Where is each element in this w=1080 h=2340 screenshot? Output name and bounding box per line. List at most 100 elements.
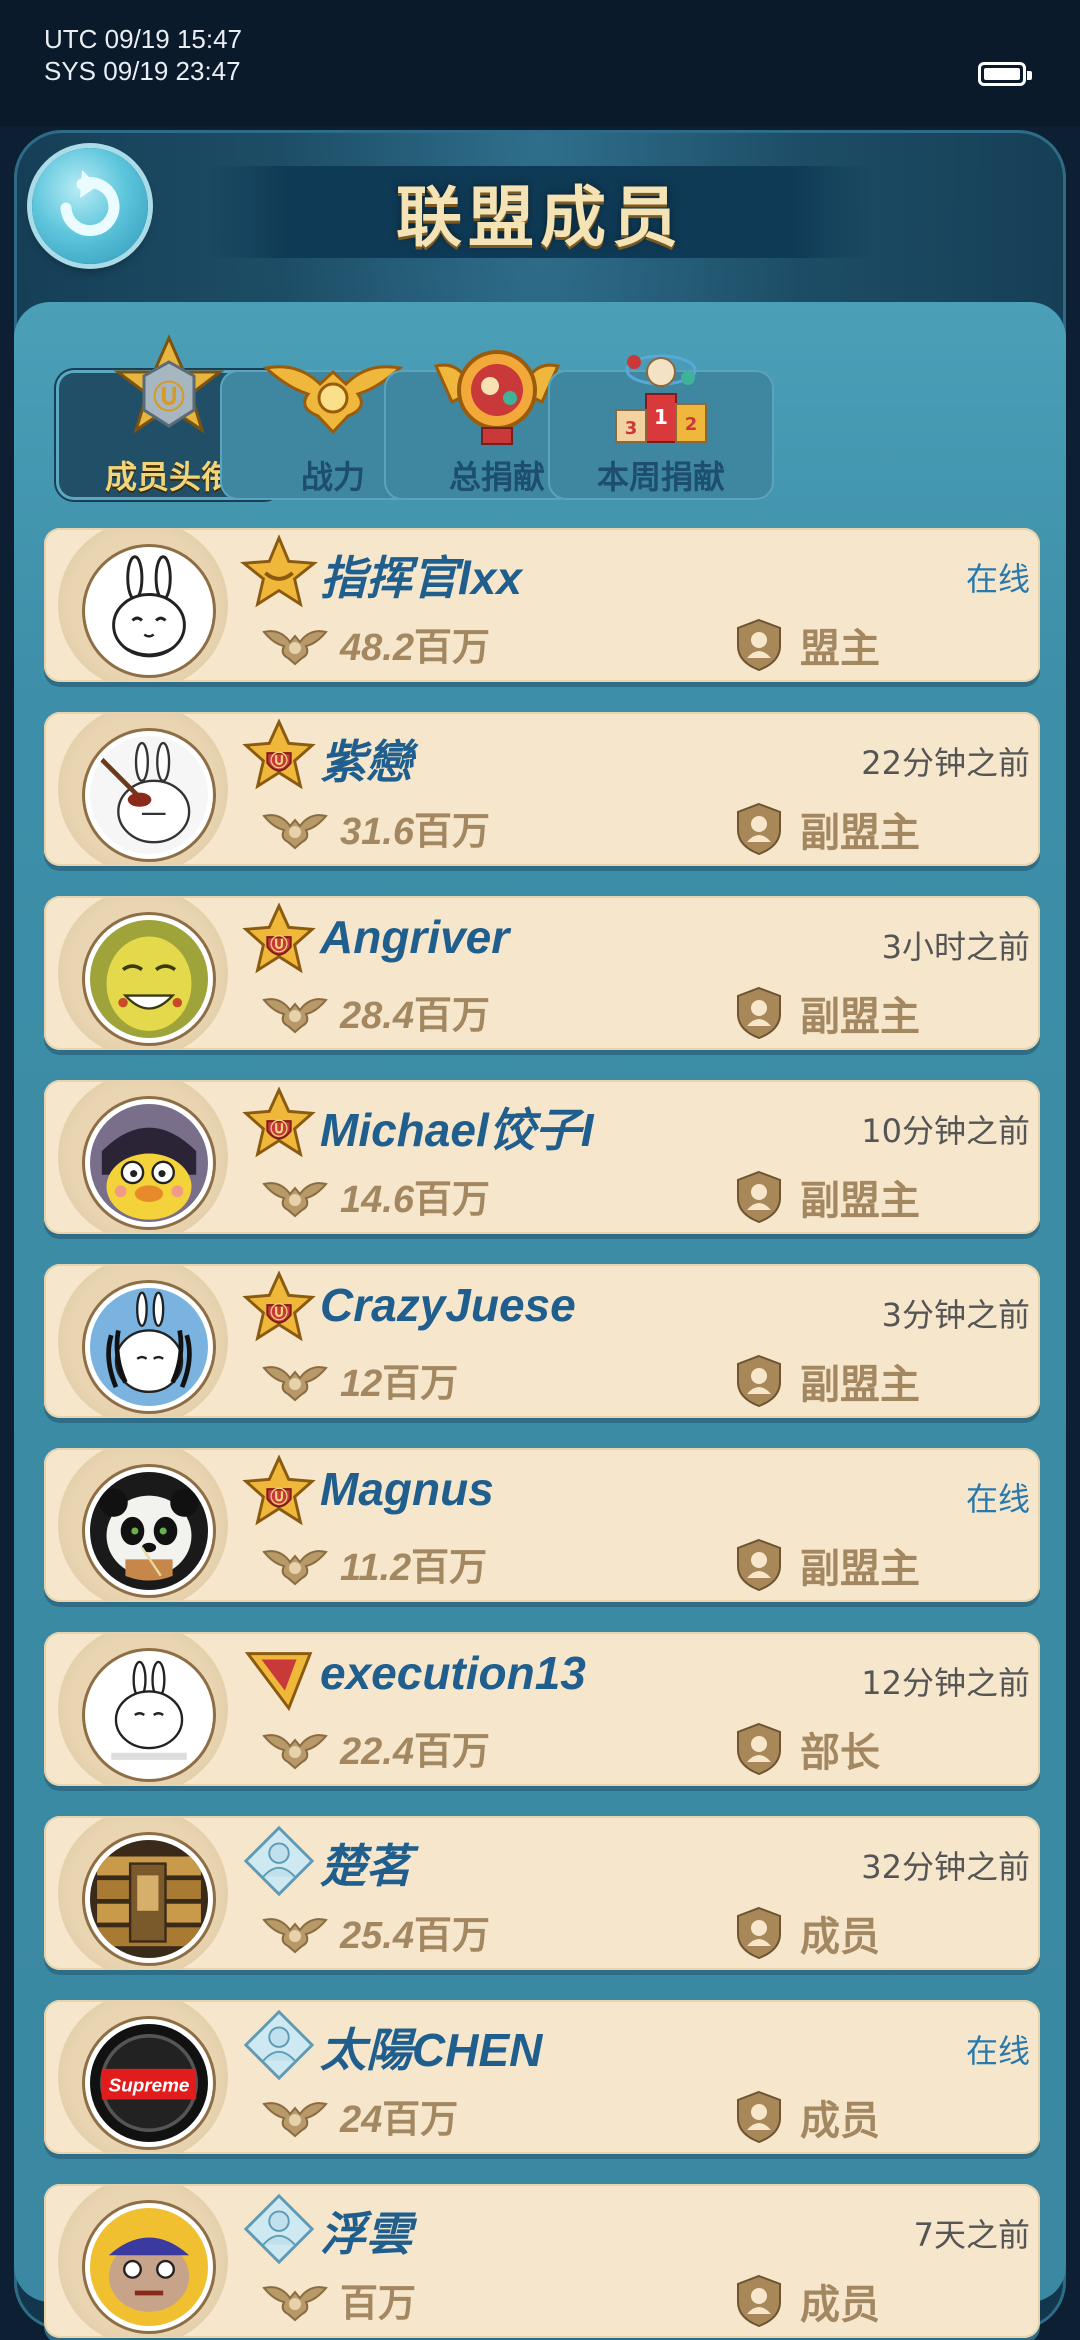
avatar[interactable]: Supreme	[85, 2019, 213, 2147]
svg-text:Ⓤ: Ⓤ	[153, 378, 185, 416]
back-arrow-icon	[60, 170, 120, 237]
member-row[interactable]: 浮雲 7天之前百万 成员	[44, 2184, 1040, 2338]
member-row[interactable]: 指挥官lxx 在线 48.2百万 盟主	[44, 528, 1040, 682]
role-shield-icon	[734, 2274, 784, 2328]
member-power: 22.4百万	[340, 1720, 490, 1775]
member-name: 太陽CHEN	[320, 2024, 543, 2076]
member-role: 成员	[800, 2282, 880, 2328]
panda-avatar	[90, 1472, 208, 1590]
power-eagle-icon	[262, 2090, 328, 2138]
supreme-logo-text: Supreme	[109, 2074, 190, 2095]
member-name: CrazyJuese	[320, 1279, 576, 1331]
podium-icon: 1 3 2	[615, 354, 707, 443]
page-title: 联盟成员	[396, 179, 684, 256]
power-unit: 百万	[413, 809, 490, 853]
power-unit: 百万	[382, 2097, 459, 2141]
member-last-online: 7天之前	[913, 2216, 1030, 2254]
avatar[interactable]	[85, 1099, 213, 1227]
vice-leader-badge-icon: Ⓤ	[240, 1086, 318, 1164]
power-unit: 百万	[413, 993, 490, 1037]
avatar[interactable]	[85, 1283, 213, 1411]
tab-label: 本周捐献	[596, 458, 725, 496]
avatar[interactable]	[85, 547, 213, 675]
member-role: 部长	[800, 1730, 880, 1776]
vice-leader-badge-icon: Ⓤ	[240, 1270, 318, 1348]
member-badge-icon	[240, 2190, 318, 2268]
member-role: 副盟主	[800, 1362, 920, 1408]
member-power: 百万	[340, 2272, 416, 2327]
power-number: 25.4	[340, 1915, 414, 1957]
member-row[interactable]: Ⓤ Michael饺子I 10分钟之前 14.6百万 副盟主	[44, 1080, 1040, 1234]
member-last-online: 3分钟之前	[881, 1296, 1030, 1334]
member-power: 11.2百万	[340, 1536, 487, 1591]
member-row[interactable]: Supreme 太陽CHEN 在线 24百万 成员	[44, 2000, 1040, 2154]
member-row[interactable]: Ⓤ CrazyJuese 3分钟之前 12百万 副盟主	[44, 1264, 1040, 1418]
role-shield-icon	[734, 1538, 784, 1592]
power-eagle-icon	[262, 1906, 328, 1954]
battery-icon	[978, 62, 1032, 86]
member-role: 副盟主	[800, 994, 920, 1040]
role-shield-icon	[734, 986, 784, 1040]
member-name: 楚茗	[320, 1840, 412, 1892]
power-number: 14.6	[340, 1179, 414, 1221]
member-row[interactable]: Ⓤ 紫戀 22分钟之前 31.6百万 副盟主	[44, 712, 1040, 866]
sys-time: SYS 09/19 23:47	[44, 56, 241, 86]
commander-star-icon	[240, 534, 318, 612]
member-badge-icon	[240, 2006, 318, 2084]
bunny-plunger-avatar	[90, 736, 208, 854]
member-power: 28.4百万	[340, 984, 490, 1039]
vice-leader-badge-icon: Ⓤ	[240, 1454, 318, 1532]
member-row[interactable]: execution13 12分钟之前 22.4百万 部长	[44, 1632, 1040, 1786]
power-number: 31.6	[340, 811, 414, 853]
member-power: 31.6百万	[340, 800, 490, 855]
power-eagle-icon	[262, 986, 328, 1034]
power-unit: 百万	[413, 1729, 490, 1773]
power-unit: 百万	[411, 1545, 488, 1589]
status-bar: UTC 09/19 15:47 SYS 09/19 23:47	[0, 0, 1080, 126]
power-number: 28.4	[340, 995, 414, 1037]
member-last-online: 在线	[965, 1480, 1030, 1518]
member-name: execution13	[320, 1647, 586, 1699]
avatar[interactable]	[85, 2203, 213, 2331]
bunny-dreadlocks-avatar	[90, 1288, 208, 1406]
member-badge-icon	[240, 1822, 318, 1900]
yellow-face-avatar	[90, 920, 208, 1038]
svg-text:Ⓤ: Ⓤ	[270, 751, 288, 772]
avatar[interactable]	[85, 1651, 213, 1779]
avatar[interactable]	[85, 915, 213, 1043]
member-row[interactable]: Ⓤ Angriver 3小时之前 28.4百万 副盟主	[44, 896, 1040, 1050]
role-shield-icon	[734, 1170, 784, 1224]
member-role: 副盟主	[800, 810, 920, 856]
bunny-avatar	[90, 552, 208, 670]
power-eagle-icon	[262, 1538, 328, 1586]
member-role: 副盟主	[800, 1546, 920, 1592]
role-shield-icon	[734, 1354, 784, 1408]
member-name: 指挥官lxx	[320, 552, 522, 604]
member-last-online: 在线	[965, 560, 1030, 598]
back-button[interactable]	[32, 148, 148, 264]
utc-time: UTC 09/19 15:47	[44, 24, 243, 54]
member-power: 24百万	[340, 2088, 458, 2143]
avatar[interactable]	[85, 1835, 213, 1963]
member-name: 浮雲	[320, 2208, 412, 2260]
power-number: 48.2	[340, 627, 414, 669]
avatar[interactable]	[85, 1467, 213, 1595]
avatar[interactable]	[85, 731, 213, 859]
content-area: Ⓤ 成员头衔 战力 总捐献 1 3 2 本周捐献 指挥官lxx 在线 48.2百…	[14, 302, 1066, 2338]
member-role: 副盟主	[800, 1178, 920, 1224]
member-row[interactable]: Ⓤ Magnus 在线 11.2百万 副盟主	[44, 1448, 1040, 1602]
power-number: 11.2	[340, 1547, 412, 1589]
power-eagle-icon	[262, 2274, 328, 2322]
power-eagle-icon	[262, 1170, 328, 1218]
duck-avatar	[90, 1104, 208, 1222]
member-last-online: 10分钟之前	[861, 1112, 1030, 1150]
member-power: 48.2百万	[340, 616, 490, 671]
power-number: 24	[340, 2099, 383, 2141]
sort-tabs: Ⓤ 成员头衔 战力 总捐献 1 3 2 本周捐献	[14, 302, 1066, 522]
member-name: 紫戀	[320, 736, 412, 788]
svg-text:1: 1	[654, 405, 668, 429]
role-shield-icon	[734, 618, 784, 672]
power-number: 22.4	[340, 1731, 414, 1773]
member-row[interactable]: 楚茗 32分钟之前 25.4百万 成员	[44, 1816, 1040, 1970]
tab-weekly-donation[interactable]: 1 3 2 本周捐献	[548, 354, 774, 500]
